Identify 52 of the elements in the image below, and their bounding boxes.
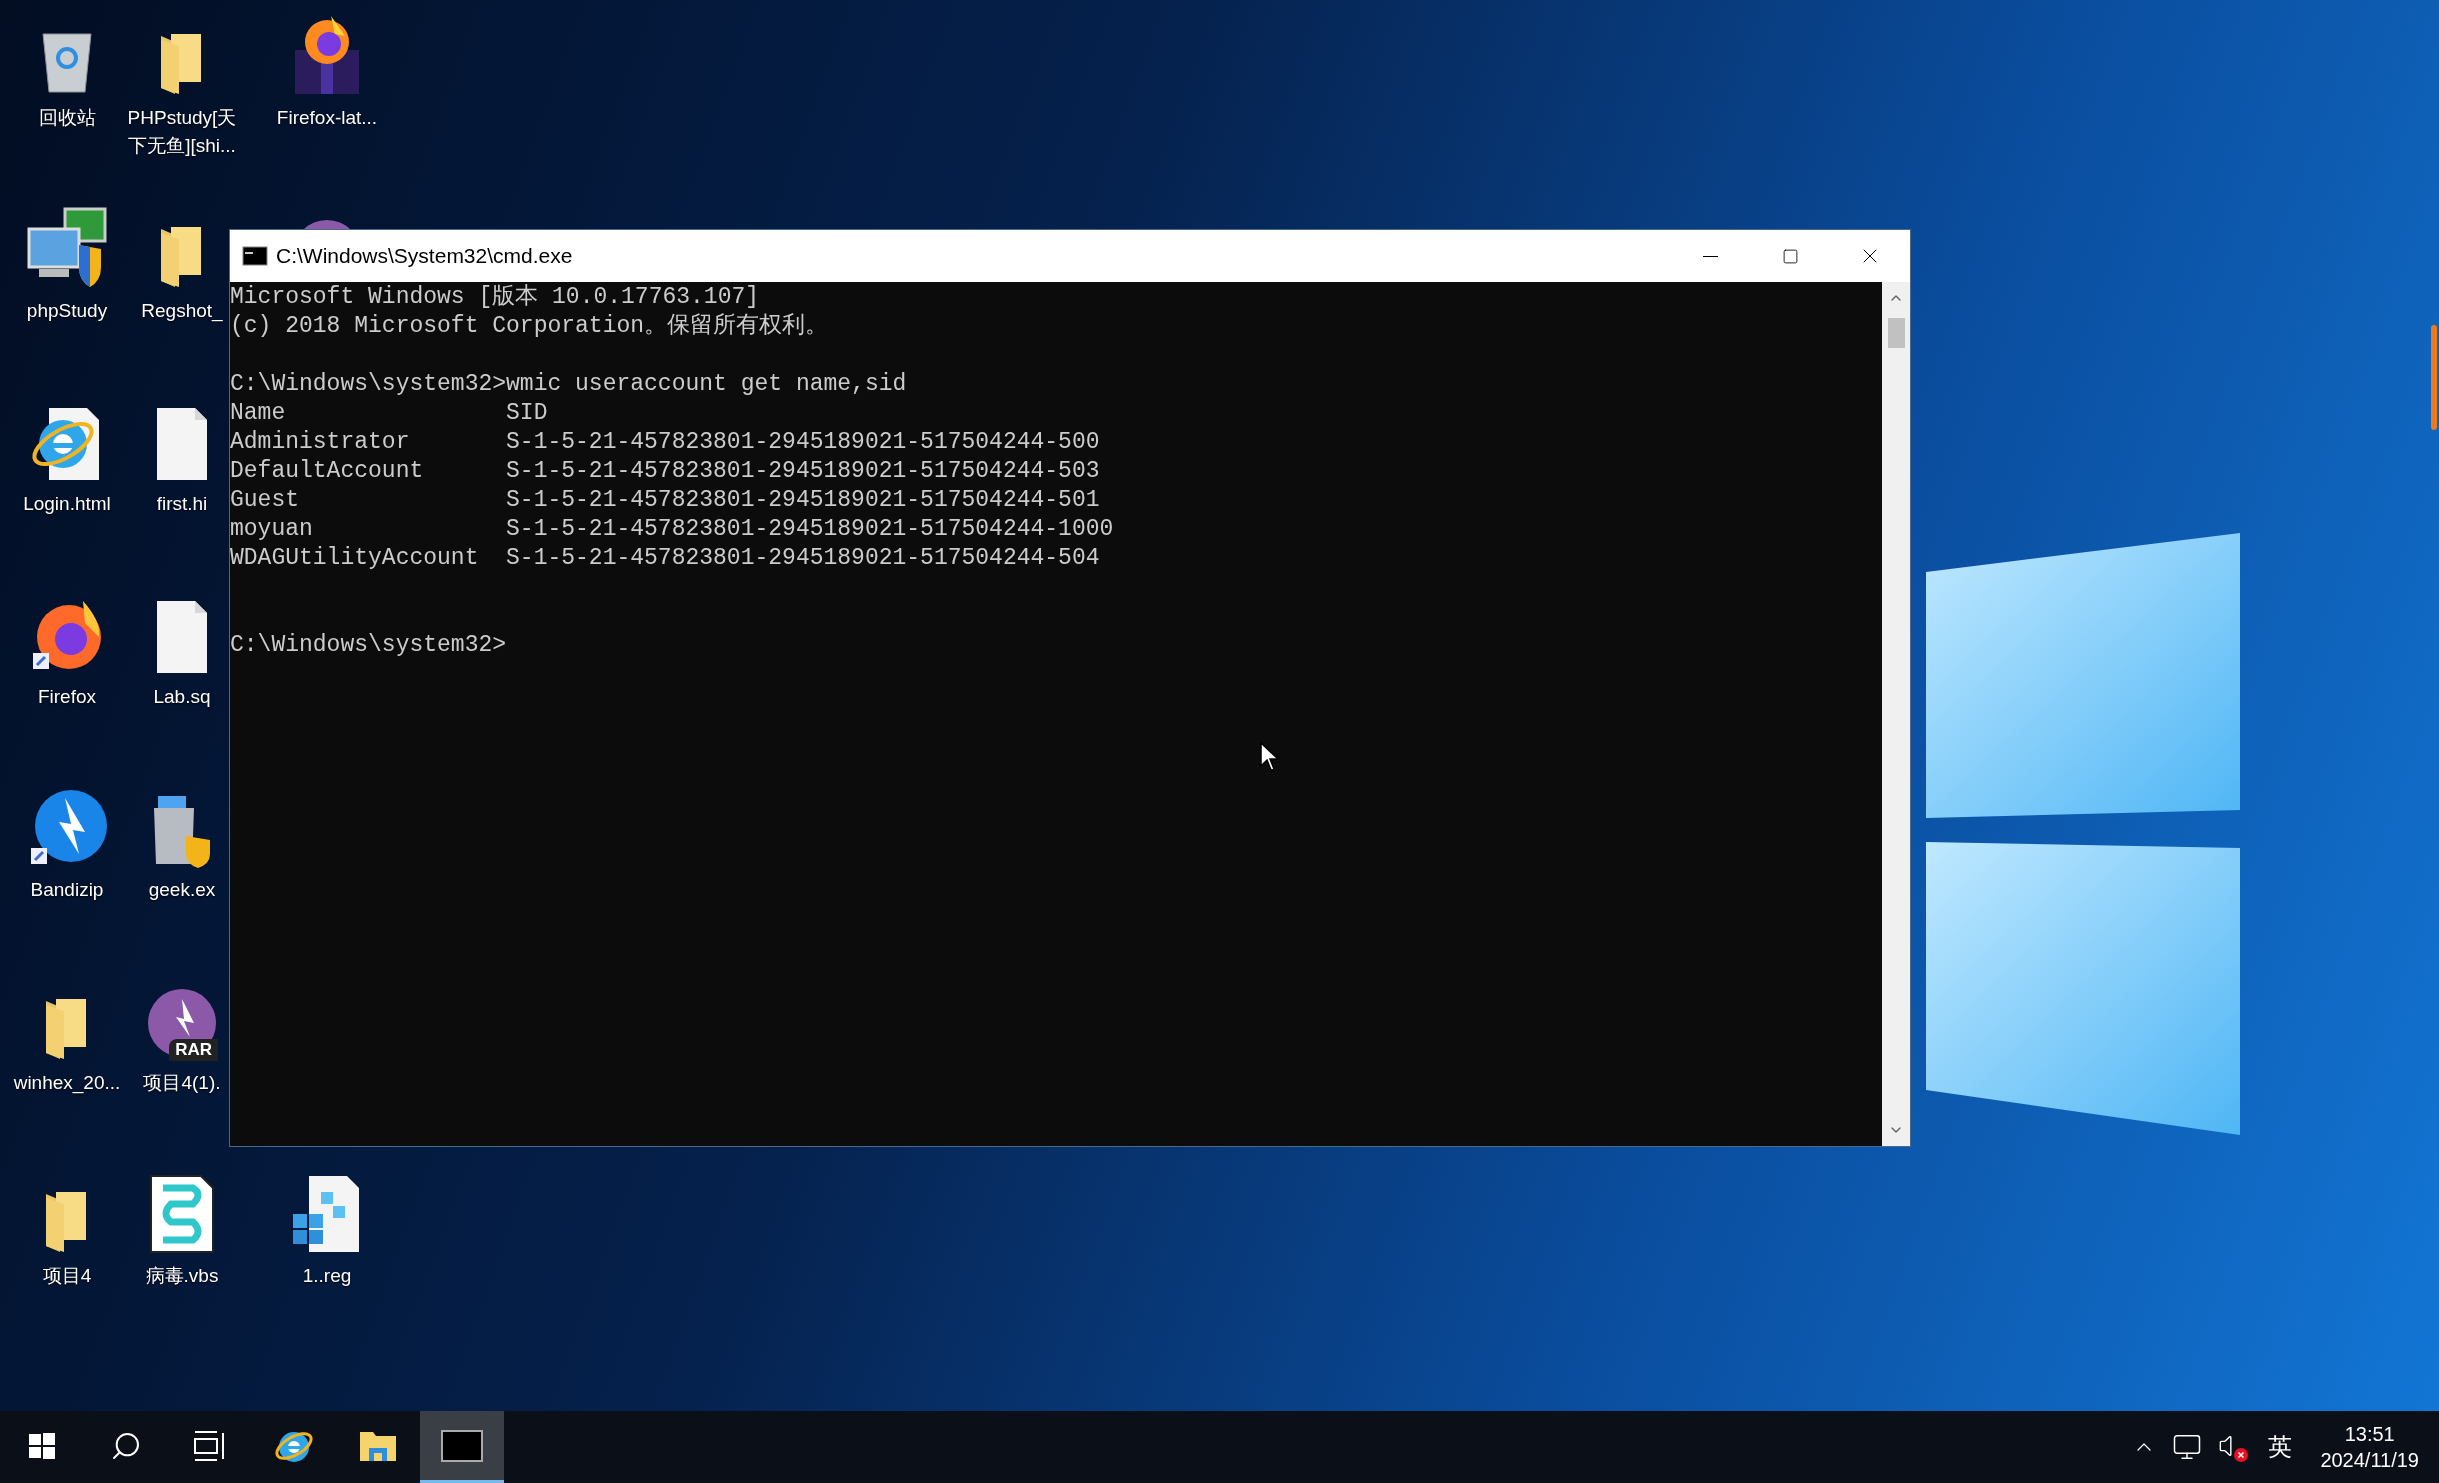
mouse-pointer-icon xyxy=(1260,742,1280,772)
account-sid: S-1-5-21-457823801-2945189021-517504244-501 xyxy=(506,486,1100,515)
script-file-icon xyxy=(149,1174,215,1254)
network-icon[interactable] xyxy=(2172,1432,2203,1462)
minimize-icon xyxy=(1702,255,1718,257)
desktop-icon-label[interactable]: 回收站 xyxy=(38,104,96,132)
desktop-icon-label[interactable]: Firefox-lat... xyxy=(276,104,378,132)
task-view-icon xyxy=(194,1430,226,1461)
console-line: Microsoft Windows [版本 10.0.17763.107] xyxy=(230,283,760,312)
desktop-icon-label[interactable]: 病毒.vbs xyxy=(145,1262,219,1290)
console-prompt: C:\Windows\system32> xyxy=(230,631,507,660)
desktop-icon-label[interactable]: Firefox xyxy=(37,683,97,711)
account-sid: S-1-5-21-457823801-2945189021-517504244-500 xyxy=(506,428,1100,457)
column-header: SID xyxy=(506,399,548,428)
account-sid: S-1-5-21-457823801-2945189021-517504244-1000 xyxy=(506,515,1114,544)
maximize-icon xyxy=(1781,247,1799,265)
account-sid: S-1-5-21-457823801-2945189021-517504244-503 xyxy=(506,457,1100,486)
desktop-icon-label[interactable]: Lab.sq xyxy=(153,683,211,711)
desktop-icon-label[interactable]: Regshot_ xyxy=(141,297,223,325)
taskbar-button[interactable] xyxy=(420,1411,504,1483)
desktop-icon-label[interactable]: 1..reg xyxy=(302,1262,352,1290)
column-header: Name xyxy=(230,399,287,428)
account-name: WDAGUtilityAccount xyxy=(230,544,480,573)
desktop-icon-label[interactable]: first.hi xyxy=(156,490,208,518)
file-icon xyxy=(155,406,209,482)
computer-shield-icon xyxy=(25,205,109,289)
account-name: moyuan xyxy=(230,515,314,544)
rar-badge: RAR xyxy=(169,1039,218,1061)
console-line: (c) 2018 Microsoft Corporation。保留所有权利。 xyxy=(230,312,829,341)
scrollbar-thumb[interactable] xyxy=(1887,318,1905,348)
window-title: C:\Windows\System32\cmd.exe xyxy=(276,243,573,270)
account-name: Guest xyxy=(230,486,300,515)
account-name: Administrator xyxy=(230,428,411,457)
desktop-icon-label[interactable]: PHPstudy[天下无鱼][shi... xyxy=(120,104,244,160)
account-sid: S-1-5-21-457823801-2945189021-517504244-504 xyxy=(506,544,1100,573)
clock[interactable]: 13:51 2024/11/19 xyxy=(2312,1421,2427,1473)
desktop-icon-label[interactable]: phpStudy xyxy=(26,297,108,325)
console-icon xyxy=(242,246,268,266)
desktop-icon-label[interactable]: Bandizip xyxy=(30,876,104,904)
desktop-icon-label[interactable]: 项目4 xyxy=(42,1262,92,1290)
console-line: C:\Windows\system32>wmic useraccount get name,sid xyxy=(230,370,907,399)
folder-icon xyxy=(359,1429,397,1462)
windows-icon xyxy=(29,1432,55,1459)
scrollbar[interactable] xyxy=(1882,282,1910,1146)
desktop-icon-label[interactable]: winhex_20... xyxy=(13,1069,121,1097)
file-icon xyxy=(155,599,209,675)
account-name: DefaultAccount xyxy=(230,457,425,486)
input-method-indicator[interactable]: 英 xyxy=(2264,1429,2297,1465)
console-icon xyxy=(441,1429,483,1462)
desktop-icon-label[interactable]: Login.html xyxy=(23,490,111,518)
desktop-icon-label[interactable]: 项目4(1). xyxy=(143,1069,221,1097)
desktop-icon-label[interactable]: geek.ex xyxy=(148,876,216,904)
